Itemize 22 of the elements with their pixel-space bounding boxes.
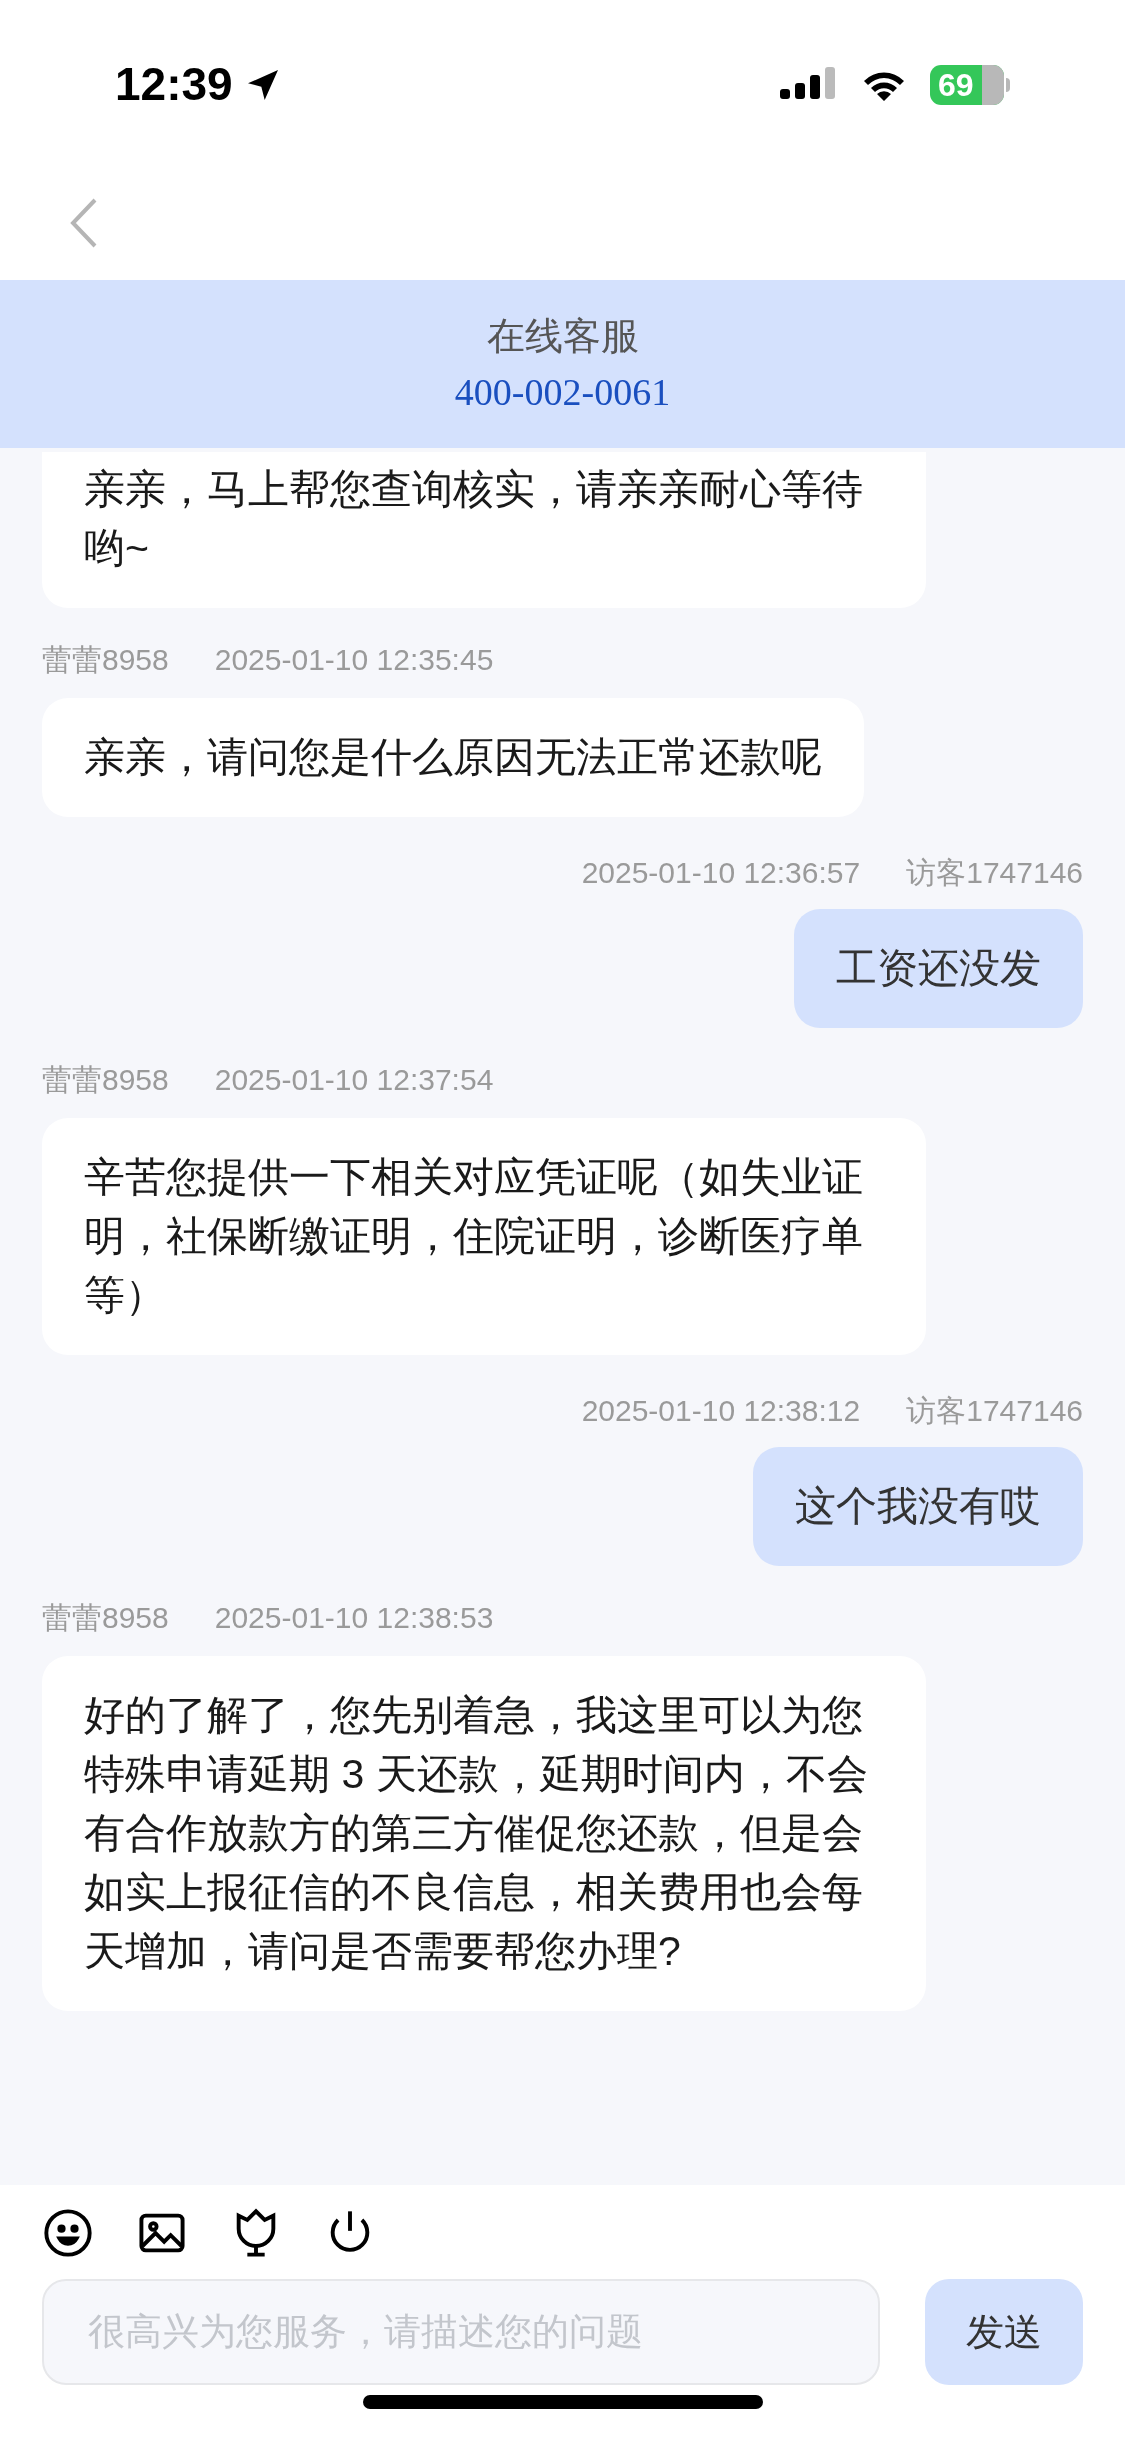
message-time: 2025-01-10 12:35:45 <box>214 642 494 678</box>
message-bubble: 辛苦您提供一下相关对应凭证呢（如失业证明，社保断缴证明，住院证明，诊断医疗单等） <box>42 1118 926 1355</box>
message-time: 2025-01-10 12:37:54 <box>214 1062 494 1098</box>
sender-name: 蕾蕾8958 <box>42 1062 169 1098</box>
message-bubble: 亲亲，请问您是什么原因无法正常还款呢 <box>42 698 864 817</box>
clock-time: 12:39 <box>115 57 233 112</box>
emoji-icon[interactable] <box>42 2207 94 2259</box>
message-bubble: 工资还没发 <box>794 909 1083 1028</box>
battery-level: 69 <box>938 68 974 101</box>
message-bubble: 这个我没有哎 <box>753 1447 1083 1566</box>
sender-name: 访客1747146 <box>906 1393 1083 1429</box>
sender-name: 蕾蕾8958 <box>42 1600 169 1636</box>
message-time: 2025-01-10 12:38:12 <box>581 1393 861 1429</box>
phone-number[interactable]: 400-002-0061 <box>454 364 671 420</box>
message-bubble: 好的了解了，您先别着急，我这里可以为您特殊申请延期 3 天还款，延期时间内，不会有合作放款方的第三方催促您还款，但是会如实上报征信的不良信息，相关费用也会每天增加，请问是否需要帮您办理? <box>42 1656 926 2011</box>
message-time: 2025-01-10 12:36:57 <box>581 855 861 891</box>
message-bubble: 亲亲，马上帮您查询核实，请亲亲耐心等待哟~ <box>42 452 926 608</box>
sender-name: 访客1747146 <box>906 855 1083 891</box>
send-button[interactable]: 发送 <box>925 2279 1083 2385</box>
header-title: 在线客服 <box>486 314 639 359</box>
sender-name: 蕾蕾8958 <box>42 642 169 678</box>
message-time: 2025-01-10 12:38:53 <box>214 1600 494 1636</box>
